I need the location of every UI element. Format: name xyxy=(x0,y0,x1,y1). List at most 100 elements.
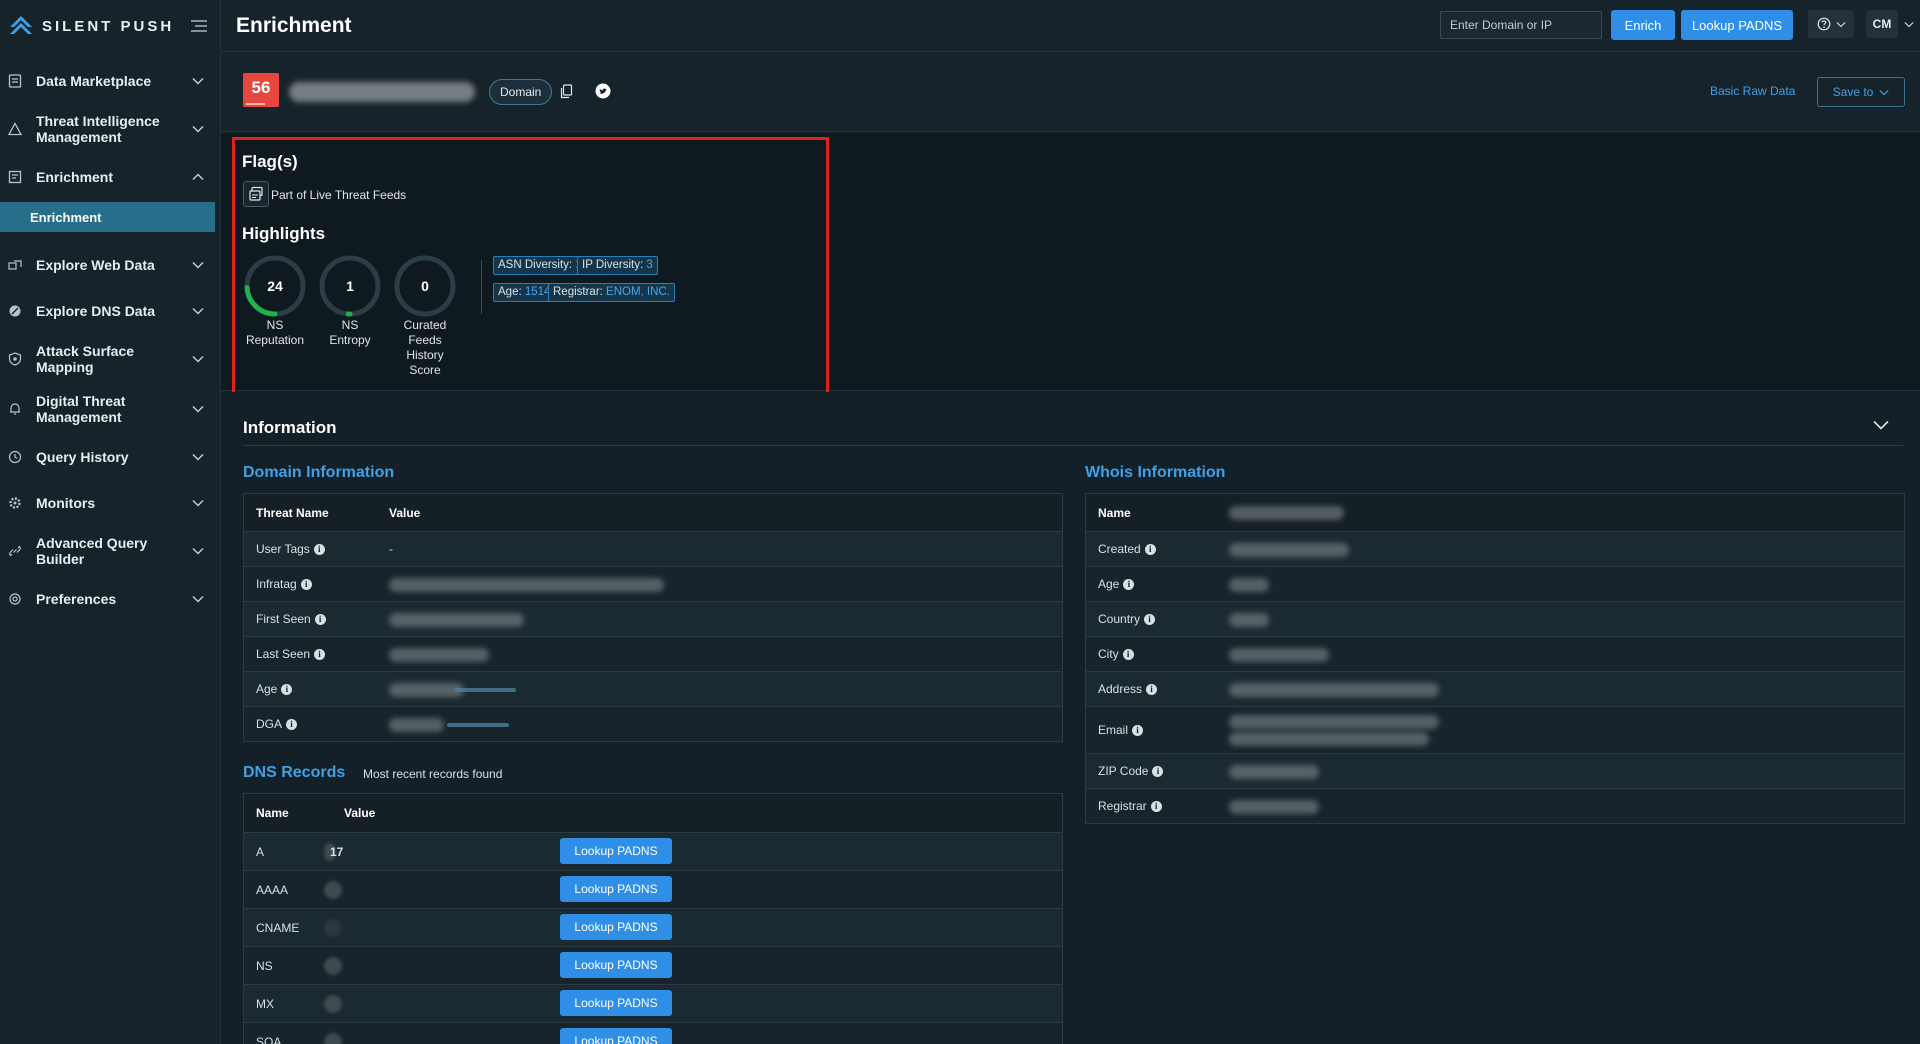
asn-diversity-tag[interactable]: ASN Diversity: 1 xyxy=(493,256,587,275)
lookup-padns-button[interactable]: Lookup PADNS xyxy=(560,952,672,978)
redacted-value xyxy=(1229,715,1439,729)
lookup-padns-button[interactable]: Lookup PADNS xyxy=(560,990,672,1016)
info-icon[interactable]: i xyxy=(300,578,312,590)
enrichment-icon xyxy=(8,170,22,184)
gauge-value: 1 xyxy=(346,278,354,294)
chevron-down-icon xyxy=(192,548,204,555)
lookup-padns-button[interactable]: Lookup PADNS xyxy=(560,1028,672,1044)
table-row: NS Lookup PADNS xyxy=(244,946,1062,984)
basic-raw-data-link[interactable]: Basic Raw Data xyxy=(1710,84,1795,98)
sidebar-item-preferences[interactable]: Preferences xyxy=(0,576,220,622)
sidebar-item-label: Query History xyxy=(36,449,129,465)
info-icon[interactable]: i xyxy=(1150,800,1162,812)
info-icon[interactable]: i xyxy=(1144,613,1156,625)
gauge-ring: 24 xyxy=(244,255,306,317)
redacted-value xyxy=(324,919,342,937)
highlight-annotation-box: Flag(s) Part of Live Threat Feeds Highli… xyxy=(232,137,829,396)
lookup-padns-button[interactable]: Lookup PADNS xyxy=(560,876,672,902)
info-icon[interactable]: i xyxy=(1123,578,1135,590)
sidebar-item-enrichment[interactable]: Enrichment xyxy=(0,154,220,200)
sidebar-item-explore-web-data[interactable]: Explore Web Data xyxy=(0,242,220,288)
redacted-value xyxy=(1229,613,1269,627)
sidebar-item-label: Enrichment xyxy=(36,169,114,185)
info-icon[interactable]: i xyxy=(314,648,326,660)
domain-search-input[interactable] xyxy=(1440,11,1602,39)
menu-toggle-icon[interactable] xyxy=(190,19,208,33)
sidebar-nav: Data Marketplace Threat Intelligence Man… xyxy=(0,58,220,622)
row-label: Email i xyxy=(1098,723,1144,737)
enrich-button[interactable]: Enrich xyxy=(1611,10,1675,40)
chevron-down-icon xyxy=(192,596,204,603)
collapse-chevron-icon[interactable] xyxy=(1873,420,1889,430)
table-row: Age i xyxy=(1086,566,1904,601)
risk-score-badge: 56 xyxy=(243,73,279,107)
info-icon[interactable]: i xyxy=(1146,683,1158,695)
information-section: Information Domain Information Threat Na… xyxy=(221,392,1920,1044)
link-icon xyxy=(9,545,21,557)
chevron-down-icon xyxy=(192,356,204,363)
table-row: First Seen i xyxy=(244,601,1062,636)
info-icon[interactable]: i xyxy=(1144,543,1156,555)
gauge-label-line: Feeds xyxy=(408,333,442,347)
web-data-icon xyxy=(8,260,22,270)
chevron-down-icon xyxy=(192,78,204,85)
registrar-tag[interactable]: Registrar: ENOM, INC. xyxy=(548,283,675,302)
save-to-button[interactable]: Save to xyxy=(1817,77,1905,107)
table-row: Created i xyxy=(1086,531,1904,566)
info-icon[interactable]: i xyxy=(286,718,298,730)
twitter-icon[interactable] xyxy=(595,83,611,99)
row-label-text: User Tags xyxy=(256,542,310,556)
ip-diversity-tag[interactable]: IP Diversity: 3 xyxy=(577,256,658,275)
info-icon[interactable]: i xyxy=(1132,724,1144,736)
record-type: A xyxy=(256,844,265,859)
info-icon[interactable]: i xyxy=(314,613,326,625)
lookup-padns-button[interactable]: Lookup PADNS xyxy=(1681,10,1793,40)
info-icon[interactable]: i xyxy=(281,683,293,695)
info-icon[interactable]: i xyxy=(313,543,325,555)
tag-value: 3 xyxy=(646,259,653,271)
user-menu[interactable]: CM xyxy=(1866,10,1920,38)
value-bar xyxy=(447,723,509,727)
table-row: Registrar i xyxy=(1086,788,1904,823)
table-row: ZIP Code i xyxy=(1086,753,1904,788)
tag-key: ASN Diversity: xyxy=(498,259,576,271)
sidebar-item-query-history[interactable]: Query History xyxy=(0,434,220,480)
sidebar-item-monitors[interactable]: Monitors xyxy=(0,480,220,526)
brand[interactable]: SILENT PUSH xyxy=(0,0,220,52)
dns-records-note: Most recent records found xyxy=(363,767,503,781)
info-icon[interactable]: i xyxy=(1152,765,1164,777)
cog-icon xyxy=(9,593,21,605)
entity-type-chip: Domain xyxy=(489,79,553,105)
age-tag[interactable]: Age: 1514 xyxy=(493,283,556,302)
column-header: Name xyxy=(1098,505,1131,520)
redacted-value xyxy=(389,613,524,627)
divider xyxy=(481,260,482,314)
threat-feeds-icon xyxy=(243,181,269,207)
column-header: Name xyxy=(256,806,289,820)
flag-label: Part of Live Threat Feeds xyxy=(271,188,407,202)
chevron-down-icon xyxy=(192,126,204,133)
sidebar-subitem-enrichment[interactable]: Enrichment xyxy=(0,202,215,232)
sidebar-item-digital-threat-management[interactable]: Digital Threat Management xyxy=(0,384,220,434)
row-label-text: Registrar xyxy=(1098,799,1147,813)
sidebar-item-data-marketplace[interactable]: Data Marketplace xyxy=(0,58,220,104)
sidebar-item-threat-intelligence[interactable]: Threat Intelligence Management xyxy=(0,104,220,154)
lookup-padns-button[interactable]: Lookup PADNS xyxy=(560,914,672,940)
help-menu[interactable] xyxy=(1808,10,1854,38)
lookup-padns-button[interactable]: Lookup PADNS xyxy=(560,838,672,864)
top-header: Enrichment Enrich Lookup PADNS CM xyxy=(221,0,1920,52)
sidebar-item-attack-surface-mapping[interactable]: Attack Surface Mapping xyxy=(0,334,220,384)
gear-icon xyxy=(9,497,21,509)
sidebar-item-label: Attack Surface Mapping xyxy=(36,343,135,375)
redacted-value xyxy=(324,881,342,899)
table-row: Address i xyxy=(1086,671,1904,706)
info-icon[interactable]: i xyxy=(1122,648,1134,660)
copy-icon[interactable] xyxy=(560,84,573,99)
domain-information-table: Threat Name Value User Tags i - Infratag i… xyxy=(243,493,1063,742)
table-row: MX Lookup PADNS xyxy=(244,984,1062,1022)
flags-highlights-section: Flag(s) Part of Live Threat Feeds Highli… xyxy=(221,133,1920,396)
sidebar-item-explore-dns-data[interactable]: Explore DNS Data xyxy=(0,288,220,334)
sidebar-item-advanced-query-builder[interactable]: Advanced Query Builder xyxy=(0,526,220,576)
table-row: Last Seen i xyxy=(244,636,1062,671)
table-row: City i xyxy=(1086,636,1904,671)
